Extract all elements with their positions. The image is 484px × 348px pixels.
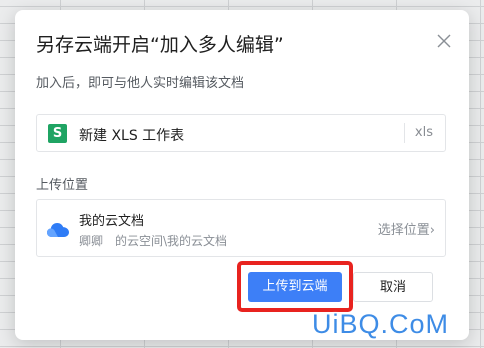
file-name[interactable]: 新建 XLS 工作表	[79, 125, 184, 145]
file-divider	[404, 123, 405, 143]
dialog-subtitle: 加入后，即可与他人实时编辑该文档	[36, 76, 245, 91]
chevron-right-icon: ›	[429, 223, 435, 238]
cloud-icon	[47, 223, 69, 237]
location-path-text: 的云空间\我的云文档	[115, 234, 228, 248]
close-icon	[437, 34, 451, 48]
file-icon-letter: S	[52, 126, 63, 141]
cancel-button[interactable]: 取消	[353, 272, 433, 302]
upload-location-selector[interactable]: 我的云文档 卿卿 的云空间\我的云文档 选择位置›	[36, 199, 446, 257]
choose-location-label[interactable]: 选择位置	[378, 223, 430, 238]
file-extension: xls	[414, 125, 433, 140]
watermark-text: UiBQ.CoM	[312, 309, 450, 339]
location-path: 卿卿 的云空间\我的云文档	[79, 232, 227, 249]
upload-location-label: 上传位置	[36, 178, 89, 193]
screen: 另存云端开启“加入多人编辑” 加入后，即可与他人实时编辑该文档 S 新建 XLS…	[0, 0, 484, 348]
spreadsheet-file-icon: S	[48, 124, 67, 143]
close-button[interactable]	[435, 32, 453, 50]
file-name-field[interactable]: S 新建 XLS 工作表 xls	[36, 114, 446, 152]
upload-to-cloud-button[interactable]: 上传到云端	[248, 272, 342, 302]
location-owner: 卿卿	[79, 234, 104, 248]
choose-location-link[interactable]: 选择位置›	[378, 219, 435, 238]
dialog-title: 另存云端开启“加入多人编辑”	[36, 34, 284, 56]
location-title: 我的云文档	[79, 214, 145, 229]
